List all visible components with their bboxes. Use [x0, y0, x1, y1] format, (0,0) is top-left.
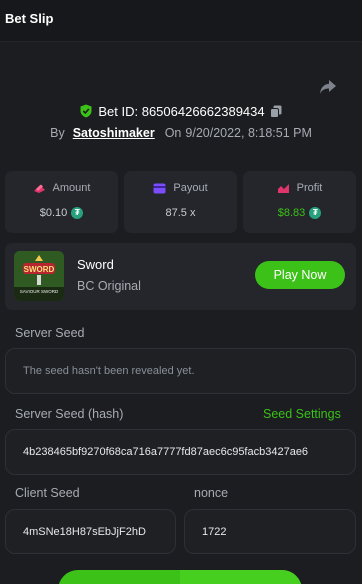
server-seed-label: Server Seed	[15, 326, 85, 340]
bet-id-row: Bet ID: 86506426662389434	[0, 102, 362, 120]
profit-value: $8.83	[277, 207, 306, 219]
tether-icon: ₮	[309, 207, 322, 219]
game-thumbnail[interactable]: SWORD SAVIOUR SWORD	[14, 251, 64, 301]
server-seed-hash-label: Server Seed (hash)	[15, 407, 124, 421]
sword-game-icon: SWORD SAVIOUR SWORD	[14, 251, 64, 301]
nonce-label: nonce	[194, 486, 229, 500]
bet-author-row: By Satoshimaker On 9/20/2022, 8:18:51 PM	[0, 124, 362, 142]
play-now-button[interactable]: Play Now	[255, 261, 345, 289]
server-seed-field[interactable]: The seed hasn't been revealed yet.	[5, 348, 356, 394]
amount-icon	[33, 184, 45, 193]
payout-value: 87.5 x	[165, 207, 196, 219]
client-seed-field[interactable]: 4mSNe18H87sEbJjF2hD	[5, 509, 176, 554]
payout-icon	[153, 183, 166, 193]
profit-icon	[277, 183, 289, 193]
share-icon[interactable]	[318, 78, 338, 96]
bet-datetime: 9/20/2022, 8:18:51 PM	[185, 126, 312, 140]
client-seed-label: Client Seed	[15, 486, 80, 500]
payout-card: Payout 87.5 x	[124, 171, 237, 233]
amount-value: $0.10	[39, 207, 68, 219]
header: Bet Slip	[0, 0, 362, 42]
game-card: SWORD SAVIOUR SWORD Sword BC Original Pl…	[5, 243, 356, 310]
tether-icon: ₮	[71, 207, 84, 219]
svg-text:SAVIOUR SWORD: SAVIOUR SWORD	[20, 289, 59, 294]
on-label: On	[164, 126, 182, 140]
amount-card: Amount $0.10 ₮	[5, 171, 118, 233]
user-link[interactable]: Satoshimaker	[73, 126, 155, 140]
bet-id: Bet ID: 86506426662389434	[98, 103, 265, 119]
nonce-field[interactable]: 1722	[184, 509, 356, 554]
page-title: Bet Slip	[5, 11, 54, 26]
server-seed-hash-field[interactable]: 4b238465bf9270f68ca716a7777fd87aec6c95fa…	[5, 429, 356, 475]
copy-icon[interactable]	[269, 105, 282, 118]
profit-card: Profit $8.83 ₮	[243, 171, 356, 233]
profit-label: Profit	[296, 182, 323, 194]
verify-button[interactable]	[58, 570, 302, 584]
game-name[interactable]: Sword	[77, 257, 114, 272]
game-provider: BC Original	[77, 279, 141, 293]
amount-label: Amount	[52, 182, 91, 194]
payout-label: Payout	[173, 182, 208, 194]
svg-text:SWORD: SWORD	[24, 265, 55, 274]
shield-check-icon	[80, 104, 92, 118]
seed-settings-link[interactable]: Seed Settings	[263, 407, 341, 421]
by-label: By	[50, 126, 65, 140]
